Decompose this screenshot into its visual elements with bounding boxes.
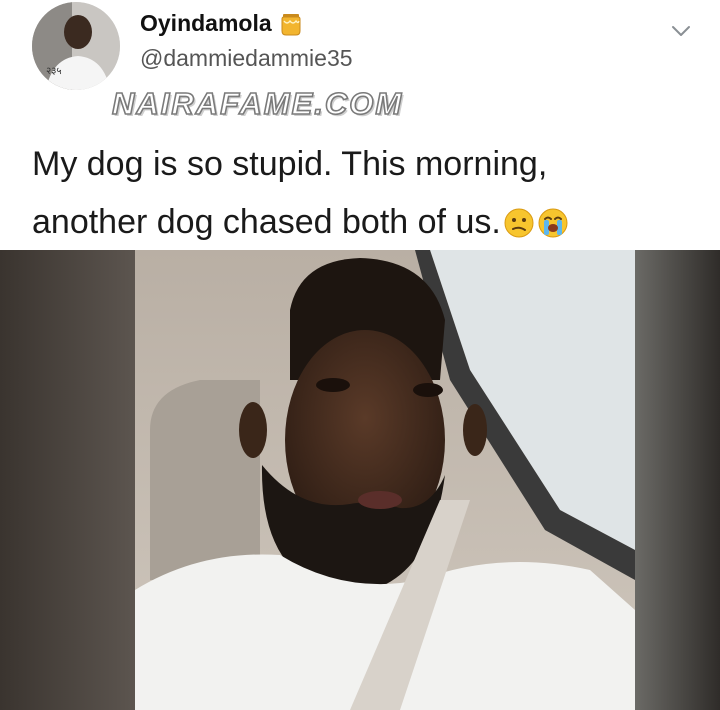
display-name-row[interactable]: Oyindamola bbox=[140, 10, 304, 37]
display-name[interactable]: Oyindamola bbox=[140, 10, 272, 37]
svg-text:२३५: २३५ bbox=[46, 66, 62, 77]
user-handle[interactable]: @dammiedammie35 bbox=[140, 45, 353, 72]
avatar[interactable]: २३५ bbox=[32, 2, 120, 90]
tweet-text-line-2: another dog chased both of us. bbox=[32, 203, 501, 241]
tweet-text-line-1: My dog is so stupid. This morning, bbox=[32, 145, 548, 183]
chevron-down-icon[interactable] bbox=[668, 18, 694, 44]
loudly-crying-face-icon bbox=[537, 199, 569, 257]
confused-face-icon bbox=[503, 199, 535, 257]
tweet-text-line-2-row: another dog chased both of us. bbox=[32, 193, 692, 257]
watermark: NAIRAFAME.COM bbox=[111, 85, 404, 122]
tweet-text: My dog is so stupid. This morning, anoth… bbox=[32, 135, 692, 257]
honey-pot-icon bbox=[278, 11, 304, 37]
tweet-header: २३५ Oyindamola @dammiedammie35 NAIRAFAME… bbox=[0, 0, 720, 250]
tweet-photo[interactable] bbox=[0, 250, 720, 710]
